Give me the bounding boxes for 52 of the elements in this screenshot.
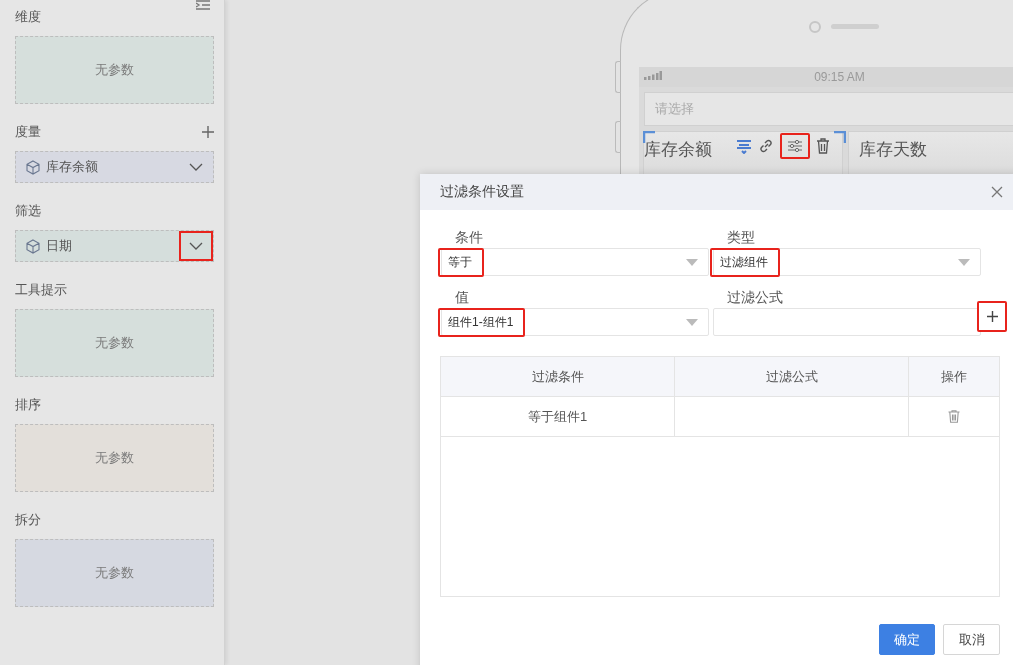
column-header: 过滤条件: [441, 357, 675, 396]
dropdown-arrow-icon: [686, 318, 698, 326]
link-icon[interactable]: [758, 138, 774, 154]
dropdown-arrow-icon: [686, 258, 698, 266]
selection-corner: [834, 131, 846, 143]
settings-button[interactable]: [780, 133, 810, 159]
field-label: 条件: [454, 228, 484, 247]
cube-icon: [26, 159, 40, 175]
section-title: 维度: [15, 8, 41, 26]
empty-hint: 无参数: [95, 449, 134, 467]
column-header: 过滤公式: [675, 357, 909, 396]
field-pill[interactable]: 日期: [15, 230, 214, 262]
field-label: 值: [454, 288, 470, 307]
input-field[interactable]: [713, 308, 981, 336]
field-pill[interactable]: 库存余额: [15, 151, 214, 183]
confirm-button[interactable]: 确定: [879, 624, 935, 655]
chevron-down-icon: [189, 242, 203, 250]
section-title: 度量: [15, 123, 41, 141]
cube-icon: [26, 238, 40, 254]
dialog-title: 过滤条件设置: [440, 183, 524, 201]
empty-hint: 无参数: [95, 334, 134, 352]
field-label: 日期: [46, 237, 73, 255]
select-field[interactable]: 组件1-组件1: [441, 308, 709, 336]
field-label: 过滤公式: [726, 288, 784, 307]
add-button[interactable]: [977, 300, 1007, 332]
empty-hint: 无参数: [95, 61, 134, 79]
plus-icon: [986, 310, 998, 322]
trash-icon[interactable]: [948, 410, 960, 423]
indent-icon[interactable]: [196, 0, 210, 10]
dropdown-toggle[interactable]: [179, 231, 213, 261]
align-icon[interactable]: [736, 138, 752, 154]
add-icon[interactable]: [202, 126, 214, 138]
section-title: 筛选: [15, 202, 41, 220]
select-field[interactable]: 过滤组件: [713, 248, 981, 276]
sliders-icon: [787, 139, 803, 153]
signal-icon: [644, 71, 662, 80]
select-field[interactable]: 等于: [441, 248, 709, 276]
dropdown-arrow-icon: [958, 258, 970, 266]
cancel-button[interactable]: 取消: [943, 624, 1000, 655]
section-title: 工具提示: [15, 281, 67, 299]
field-label: 类型: [726, 228, 756, 247]
empty-hint: 无参数: [95, 564, 134, 582]
status-time: 09:15 AM: [814, 70, 865, 84]
section-title: 排序: [15, 396, 41, 414]
trash-icon[interactable]: [816, 138, 830, 154]
section-title: 拆分: [15, 511, 41, 529]
phone-camera: [809, 21, 821, 33]
chevron-down-icon: [189, 163, 203, 171]
field-label: 库存余额: [46, 158, 99, 176]
close-icon[interactable]: [991, 186, 1003, 198]
column-header: 操作: [940, 367, 968, 386]
table-cell: 等于组件1: [441, 397, 675, 436]
